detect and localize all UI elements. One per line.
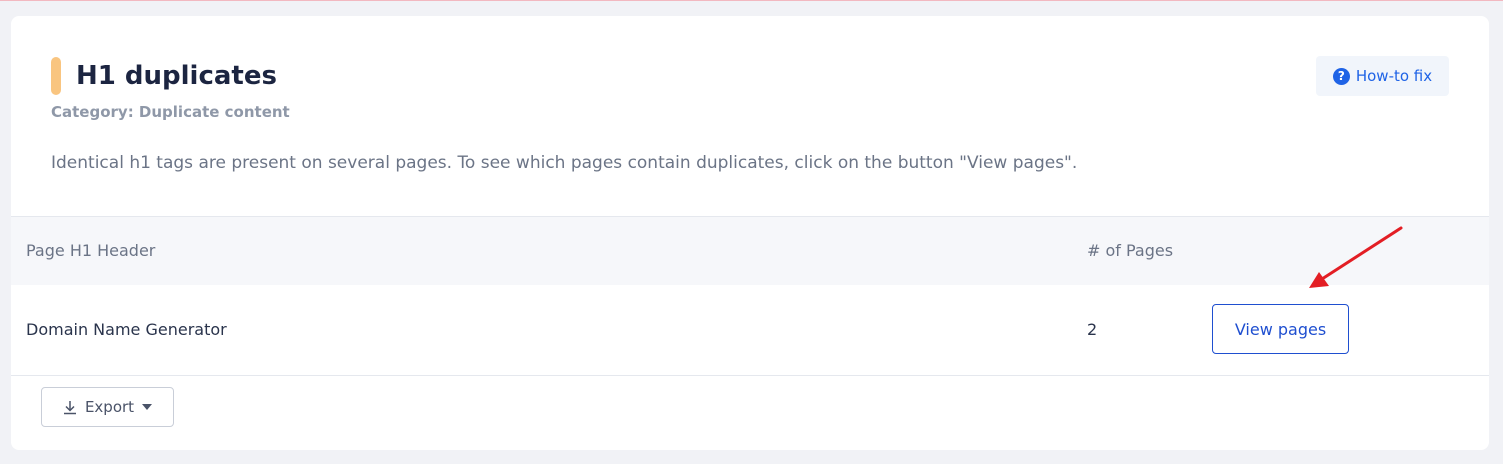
column-header-h1: Page H1 Header bbox=[26, 241, 156, 260]
issue-description: Identical h1 tags are present on several… bbox=[51, 153, 1078, 173]
cell-h1-header: Domain Name Generator bbox=[26, 320, 227, 339]
question-circle-icon: ? bbox=[1332, 67, 1350, 85]
column-header-pages: # of Pages bbox=[1087, 241, 1174, 260]
how-to-fix-label: How-to fix bbox=[1355, 67, 1433, 85]
view-pages-button[interactable]: View pages bbox=[1212, 304, 1349, 354]
issue-category: Category: Duplicate content bbox=[51, 103, 290, 121]
top-border-line bbox=[0, 0, 1503, 1]
download-icon bbox=[63, 400, 76, 414]
caret-down-icon bbox=[142, 404, 153, 410]
title-accent-bar bbox=[51, 57, 61, 95]
issue-title: H1 duplicates bbox=[76, 61, 277, 91]
issue-card: H1 duplicates Category: Duplicate conten… bbox=[11, 16, 1489, 450]
table-header: Page H1 Header # of Pages bbox=[11, 216, 1489, 286]
table-row: Domain Name Generator 2 View pages bbox=[11, 285, 1489, 376]
export-label: Export bbox=[84, 398, 135, 416]
cell-page-count: 2 bbox=[1087, 320, 1098, 339]
how-to-fix-button[interactable]: ? How-to fix bbox=[1316, 56, 1449, 96]
export-button[interactable]: Export bbox=[41, 387, 174, 427]
